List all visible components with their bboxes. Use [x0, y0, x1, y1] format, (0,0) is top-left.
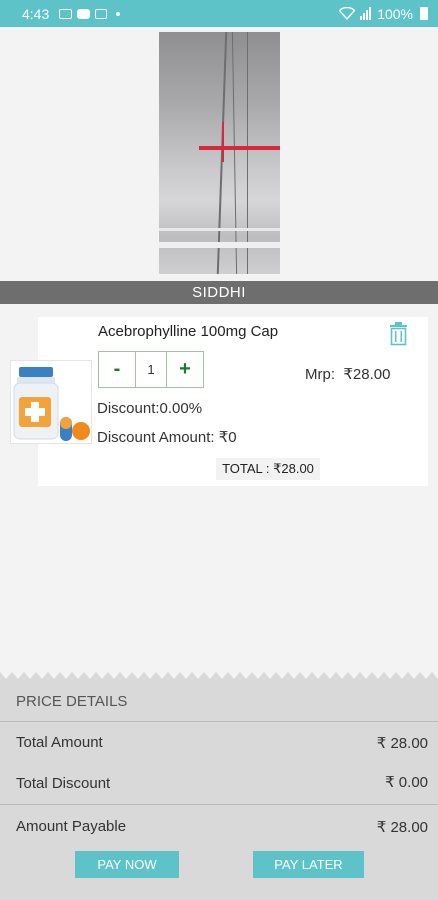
battery-icon	[420, 7, 428, 20]
product-name[interactable]: Acebrophylline 100mg Cap	[98, 323, 278, 340]
total-discount-label: Total Discount	[16, 775, 111, 792]
mrp-label: Mrp:	[305, 366, 335, 383]
item-total: TOTAL : ₹28.00	[216, 458, 320, 480]
more-notifications-icon	[116, 11, 121, 16]
battery-percent: 100%	[377, 5, 413, 22]
amount-payable-value: ₹ 28.00	[376, 819, 428, 836]
price-details-title: PRICE DETAILS	[16, 693, 128, 710]
wifi-icon	[339, 7, 356, 20]
delete-icon[interactable]	[388, 322, 409, 346]
signal-icon	[360, 7, 372, 20]
store-name-banner: SIDDHI	[0, 281, 438, 304]
zigzag-edge	[0, 672, 438, 680]
app-notification-icon	[95, 8, 108, 19]
divider	[0, 721, 438, 722]
amount-payable-label: Amount Payable	[16, 818, 127, 835]
increase-quantity-button[interactable]: +	[167, 352, 203, 387]
status-time: 4:43	[22, 5, 50, 22]
store-image	[159, 32, 280, 274]
total-amount-value: ₹ 28.00	[376, 735, 428, 752]
status-bar: 4:43 100%	[0, 0, 438, 27]
gallery-icon	[59, 8, 73, 19]
pay-later-button[interactable]: PAY LATER	[253, 851, 364, 878]
youtube-icon	[77, 8, 91, 19]
divider	[0, 804, 438, 805]
mrp: Mrp: ₹28.00	[305, 365, 390, 383]
pay-now-button[interactable]: PAY NOW	[75, 851, 179, 878]
decrease-quantity-button[interactable]: -	[99, 352, 136, 387]
total-discount-value: ₹ 0.00	[385, 774, 428, 791]
medicine-bottle-icon	[10, 360, 92, 444]
discount-percent: Discount:0.00%	[97, 400, 203, 417]
discount-amount: Discount Amount: ₹0	[97, 429, 237, 446]
total-amount-label: Total Amount	[16, 734, 103, 751]
quantity-value: 1	[136, 352, 167, 387]
quantity-stepper: - 1 +	[98, 351, 204, 388]
mrp-value: ₹28.00	[343, 366, 391, 383]
